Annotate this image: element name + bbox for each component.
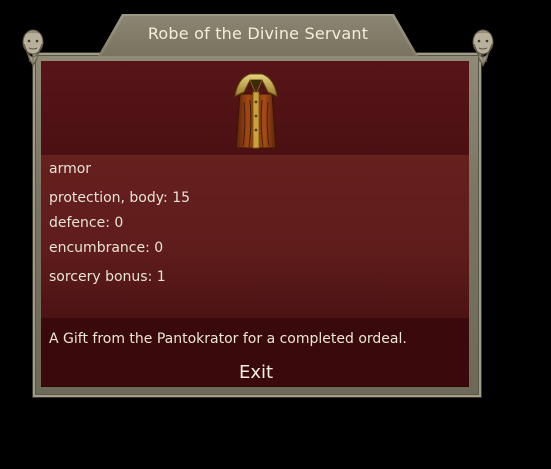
item-category: armor bbox=[49, 161, 92, 177]
item-description: A Gift from the Pantokrator for a comple… bbox=[49, 331, 407, 347]
protection-stat: protection, body: 15 bbox=[49, 190, 191, 206]
dialog-title: Robe of the Divine Servant bbox=[147, 24, 369, 43]
exit-button[interactable]: Exit bbox=[216, 362, 296, 383]
sorcery-bonus-stat: sorcery bonus: 1 bbox=[49, 269, 166, 285]
encumbrance-stat: encumbrance: 0 bbox=[49, 240, 164, 256]
bearded-head-icon bbox=[472, 29, 494, 68]
robe-icon bbox=[234, 73, 278, 149]
item-info-dialog: Robe of the Divine Servant armor protect… bbox=[0, 0, 551, 469]
properties-area bbox=[41, 155, 469, 318]
defence-stat: defence: 0 bbox=[49, 215, 124, 231]
